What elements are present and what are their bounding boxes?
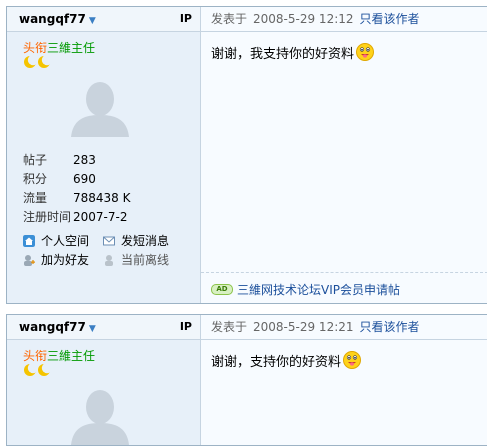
author-header: wangqf77 ▼ IP	[7, 7, 200, 32]
smiley-icon	[343, 351, 362, 369]
forum-post: wangqf77 ▼ IP 头衔三維主任 发表于 2008-5-29 12:21 只看…	[6, 314, 487, 446]
ad-badge-icon: AD	[211, 284, 233, 295]
link-label: 加为好友	[41, 253, 90, 267]
message-text: 谢谢，我支持你的好资料	[211, 47, 355, 62]
mail-icon	[103, 236, 115, 246]
posted-prefix: 发表于	[211, 12, 248, 26]
moon-icon	[24, 55, 37, 68]
post-message: 谢谢，我支持你的好资料	[211, 43, 375, 62]
author-sidebar: wangqf77 ▼ IP 头衔三維主任	[7, 315, 201, 445]
chevron-down-icon[interactable]: ▼	[89, 16, 96, 26]
signature-link[interactable]: 三維网技术论坛VIP会员申请帖	[237, 281, 400, 298]
avatar-placeholder-icon[interactable]	[69, 389, 131, 445]
chevron-down-icon[interactable]: ▼	[89, 324, 96, 334]
rank-label: 头衔	[23, 349, 48, 363]
author-sidebar: wangqf77 ▼ IP 头衔三維主任 帖子 283 积分 690 流量 788438…	[7, 7, 201, 303]
signature: AD 三維网技术论坛VIP会员申请帖	[201, 272, 487, 303]
stat-value: 788438 K	[73, 191, 131, 205]
author-only-link[interactable]: 只看该作者	[360, 12, 420, 26]
rank-title: 三維主任	[47, 41, 96, 55]
stat-label: 积分	[23, 172, 48, 186]
stat-label: 帖子	[23, 153, 48, 167]
online-status: 当前离线	[103, 251, 183, 270]
add-friend-icon	[24, 255, 35, 266]
username-text: wangqf77	[19, 12, 86, 26]
post-content: 发表于 2008-5-29 12:21 只看该作者 谢谢，支持你的好资料	[201, 315, 487, 445]
rank-label: 头衔	[23, 41, 48, 55]
stat-label: 注册时间	[23, 210, 72, 224]
ip-button[interactable]: IP	[180, 320, 192, 333]
stat-label: 流量	[23, 191, 48, 205]
post-date: 2008-5-29 12:12	[253, 12, 354, 26]
stat-posts: 帖子 283	[23, 151, 131, 170]
posted-prefix: 发表于	[211, 320, 248, 334]
avatar-placeholder-icon[interactable]	[69, 81, 131, 137]
post-message: 谢谢，支持你的好资料	[211, 351, 362, 370]
post-meta: 发表于 2008-5-29 12:12 只看该作者	[201, 7, 487, 32]
rank-title: 三維主任	[47, 349, 96, 363]
stat-value: 690	[73, 172, 96, 186]
smiley-icon	[356, 43, 375, 61]
add-friend-link[interactable]: 加为好友	[23, 251, 103, 270]
rank-stars	[23, 363, 51, 380]
send-message-link[interactable]: 发短消息	[103, 232, 183, 251]
rank-stars	[23, 55, 51, 72]
stat-traffic: 流量 788438 K	[23, 189, 131, 208]
post-content: 发表于 2008-5-29 12:12 只看该作者 谢谢，我支持你的好资料 AD 三…	[201, 7, 487, 303]
author-header: wangqf77 ▼ IP	[7, 315, 200, 340]
moon-icon	[38, 363, 51, 376]
stat-points: 积分 690	[23, 170, 131, 189]
link-label: 个人空间	[41, 234, 90, 248]
stat-registered: 注册时间 2007-7-2	[23, 208, 131, 227]
stat-value: 2007-7-2	[73, 210, 128, 224]
forum-post: wangqf77 ▼ IP 头衔三維主任 帖子 283 积分 690 流量 788438…	[6, 6, 487, 304]
post-meta: 发表于 2008-5-29 12:21 只看该作者	[201, 315, 487, 340]
message-text: 谢谢，支持你的好资料	[211, 355, 342, 370]
offline-user-icon	[105, 255, 113, 266]
username-text: wangqf77	[19, 320, 86, 334]
stat-value: 283	[73, 153, 96, 167]
user-rank: 头衔三維主任	[23, 39, 95, 56]
post-date: 2008-5-29 12:21	[253, 320, 354, 334]
user-rank: 头衔三維主任	[23, 347, 95, 364]
link-label: 发短消息	[121, 234, 170, 248]
username-link[interactable]: wangqf77 ▼	[19, 320, 96, 334]
moon-icon	[38, 55, 51, 68]
user-stats: 帖子 283 积分 690 流量 788438 K 注册时间 2007-7-2	[23, 151, 131, 227]
home-icon	[23, 235, 35, 247]
user-actions: 个人空间 发短消息 加为好友 当前离线	[23, 232, 198, 270]
moon-icon	[24, 363, 37, 376]
ip-button[interactable]: IP	[180, 12, 192, 25]
username-link[interactable]: wangqf77 ▼	[19, 12, 96, 26]
author-only-link[interactable]: 只看该作者	[360, 320, 420, 334]
personal-space-link[interactable]: 个人空间	[23, 232, 103, 251]
status-label: 当前离线	[121, 253, 170, 267]
